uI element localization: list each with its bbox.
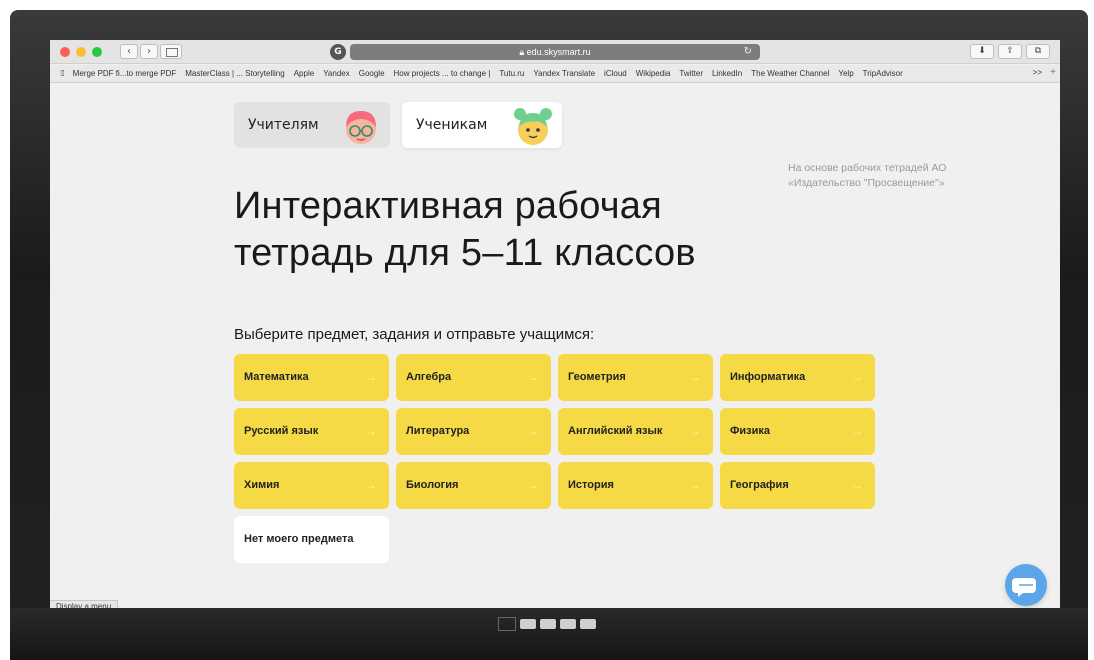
role-toggle: Учителям Ученикам: [234, 102, 562, 148]
subject-card-other[interactable]: Нет моего предмета: [234, 516, 389, 563]
subject-prompt: Выберите предмет, задания и отправьте уч…: [234, 326, 595, 343]
subject-label: Геометрия: [568, 371, 626, 383]
arrow-right-icon: →: [365, 424, 377, 438]
lock-icon: 🔒︎: [519, 47, 525, 57]
title-line-2: тетрадь для 5–11 классов: [234, 232, 696, 274]
history-nav: ‹ ›: [120, 44, 158, 59]
downloads-icon[interactable]: ⬇: [970, 44, 994, 59]
subject-card-informatics[interactable]: Информатика →: [720, 354, 875, 401]
bookmark-item[interactable]: How projects ... to change |: [394, 69, 491, 78]
subject-card-literature[interactable]: Литература →: [396, 408, 551, 455]
zoom-window-button[interactable]: [92, 47, 102, 57]
bookmark-item[interactable]: TripAdvisor: [863, 69, 903, 78]
arrow-right-icon: →: [365, 370, 377, 384]
subject-card-physics[interactable]: Физика →: [720, 408, 875, 455]
bookmark-item[interactable]: The Weather Channel: [751, 69, 829, 78]
subject-label: Английский язык: [568, 425, 663, 437]
subject-card-math[interactable]: Математика →: [234, 354, 389, 401]
role-student-button[interactable]: Ученикам: [402, 102, 562, 148]
forward-button[interactable]: ›: [140, 44, 158, 59]
bookmark-item[interactable]: Wikipedia: [636, 69, 671, 78]
arrow-right-icon: →: [851, 424, 863, 438]
subject-label: Математика: [244, 371, 309, 383]
window-controls: [60, 47, 102, 57]
bookmark-item[interactable]: Merge PDF fi...to merge PDF: [73, 69, 177, 78]
bookmarks-overflow-button[interactable]: >>: [1033, 68, 1042, 77]
teacher-avatar-icon: [346, 111, 376, 144]
minimize-window-button[interactable]: [76, 47, 86, 57]
bookmark-item[interactable]: Twitter: [679, 69, 703, 78]
sidebar-toggle-icon[interactable]: [160, 44, 182, 59]
subject-card-geography[interactable]: География →: [720, 462, 875, 509]
role-student-label: Ученикам: [416, 117, 488, 133]
browser-status-bar: Display a menu: [50, 600, 119, 608]
subject-card-geometry[interactable]: Геометрия →: [558, 354, 713, 401]
chat-bubble-icon: [1012, 578, 1036, 597]
reload-icon[interactable]: ↻: [744, 44, 752, 60]
arrow-right-icon: →: [689, 424, 701, 438]
subject-card-russian[interactable]: Русский язык →: [234, 408, 389, 455]
subject-card-english[interactable]: Английский язык →: [558, 408, 713, 455]
subject-label: Информатика: [730, 371, 806, 383]
subject-card-biology[interactable]: Биология →: [396, 462, 551, 509]
subject-label: Нет моего предмета: [244, 533, 354, 545]
bookmark-item[interactable]: LinkedIn: [712, 69, 742, 78]
bookmark-item[interactable]: Yandex Translate: [533, 69, 595, 78]
close-window-button[interactable]: [60, 47, 70, 57]
bookmark-item[interactable]: iCloud: [604, 69, 627, 78]
arrow-right-icon: →: [689, 370, 701, 384]
subject-label: Русский язык: [244, 425, 319, 437]
bookmark-item[interactable]: Apple: [294, 69, 314, 78]
page-content: Учителям Ученикам На основе рабочих тетр…: [50, 84, 1060, 608]
arrow-right-icon: →: [851, 478, 863, 492]
arrow-right-icon: →: [527, 424, 539, 438]
arrow-right-icon: →: [365, 478, 377, 492]
new-tab-icon[interactable]: +: [1050, 67, 1056, 78]
subject-card-algebra[interactable]: Алгебра →: [396, 354, 551, 401]
subject-label: Алгебра: [406, 371, 452, 383]
monitor-bottom-bezel: [10, 608, 1088, 660]
arrow-right-icon: →: [527, 478, 539, 492]
share-icon[interactable]: ⇪: [998, 44, 1022, 59]
role-teacher-label: Учителям: [248, 117, 319, 133]
subject-label: Биология: [406, 479, 459, 491]
subject-card-chemistry[interactable]: Химия →: [234, 462, 389, 509]
tabs-overview-icon[interactable]: ⧉: [1026, 44, 1050, 59]
arrow-right-icon: →: [527, 370, 539, 384]
bookmarks-bar: ⁞⁞⁞ Merge PDF fi...to merge PDF MasterCl…: [50, 65, 1060, 83]
bookmark-item[interactable]: Yelp: [838, 69, 853, 78]
subject-label: География: [730, 479, 789, 491]
title-line-1: Интерактивная рабочая: [234, 185, 662, 227]
browser-tools: ⬇ ⇪ ⧉: [970, 44, 1050, 59]
screen: ‹ › G 🔒︎ edu.skysmart.ru ↻ ⬇ ⇪ ⧉ ⁞⁞⁞ Mer…: [50, 40, 1060, 608]
address-bar[interactable]: 🔒︎ edu.skysmart.ru ↻: [350, 44, 760, 60]
bookmark-item[interactable]: Tutu.ru: [499, 69, 524, 78]
browser-titlebar: ‹ › G 🔒︎ edu.skysmart.ru ↻ ⬇ ⇪ ⧉: [50, 40, 1060, 64]
extension-icon[interactable]: G: [330, 44, 346, 60]
subject-grid: Математика → Алгебра → Геометрия → Информат…: [234, 354, 875, 563]
back-button[interactable]: ‹: [120, 44, 138, 59]
chat-button[interactable]: [1005, 564, 1047, 606]
bookmark-item[interactable]: Yandex: [323, 69, 350, 78]
bookmark-item[interactable]: Google: [359, 69, 385, 78]
subject-label: История: [568, 479, 614, 491]
subject-label: Химия: [244, 479, 280, 491]
role-teacher-button[interactable]: Учителям: [234, 102, 390, 148]
page-title: Интерактивная рабочая тетрадь для 5–11 к…: [234, 183, 834, 277]
url-text: edu.skysmart.ru: [526, 47, 591, 57]
subject-label: Литература: [406, 425, 470, 437]
arrow-right-icon: →: [851, 370, 863, 384]
arrow-right-icon: →: [689, 478, 701, 492]
monitor-controls: [498, 617, 596, 631]
student-avatar-icon: [514, 108, 552, 145]
grid-icon[interactable]: ⁞⁞⁞: [60, 69, 65, 78]
bookmark-item[interactable]: MasterClass | ... Storytelling: [185, 69, 284, 78]
subject-card-history[interactable]: История →: [558, 462, 713, 509]
subject-label: Физика: [730, 425, 771, 437]
